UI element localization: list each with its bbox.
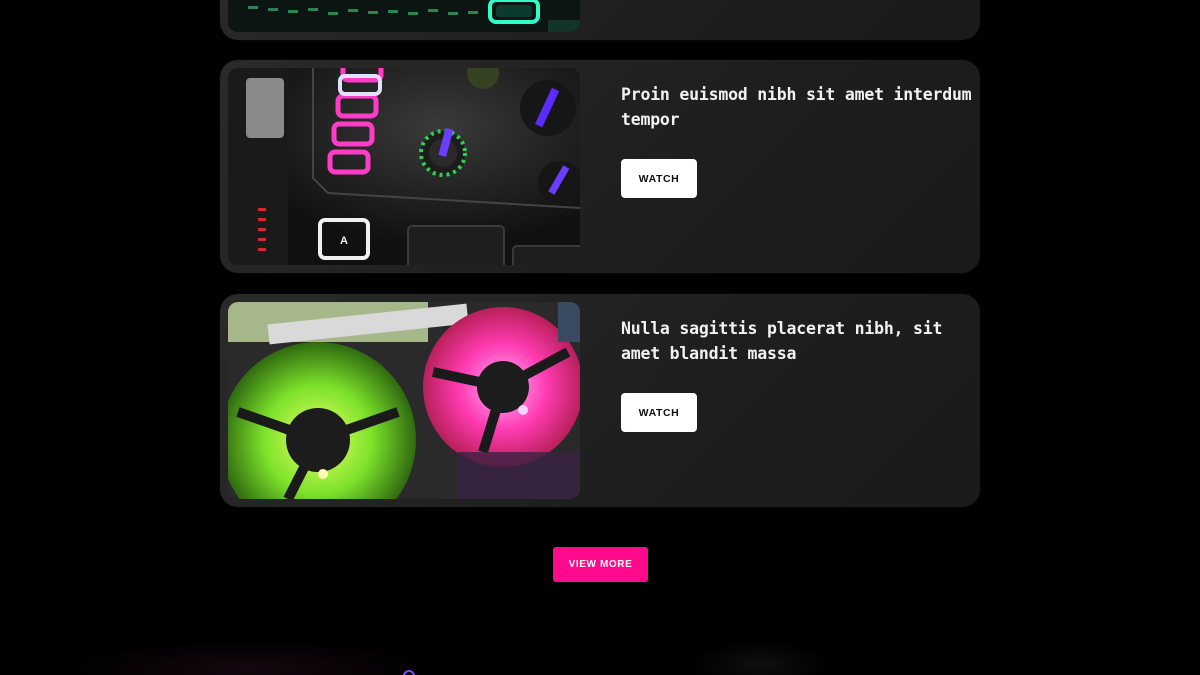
mixer-teal-buttons-image bbox=[228, 0, 580, 32]
circle-icon bbox=[403, 670, 415, 675]
video-card: A Proin euismod nibh sit amet interdum t… bbox=[220, 60, 980, 273]
svg-text:A: A bbox=[340, 235, 348, 247]
video-thumbnail[interactable] bbox=[228, 0, 580, 32]
rgb-fans-image bbox=[228, 302, 580, 499]
page: A Proin euismod nibh sit amet interdum t… bbox=[0, 0, 1200, 675]
video-card-content: Proin euismod nibh sit amet interdum tem… bbox=[621, 82, 977, 198]
footer-shadow-decoration bbox=[690, 640, 830, 675]
watch-button[interactable]: WATCH bbox=[621, 393, 697, 432]
video-card-content: Nulla sagittis placerat nibh, sit amet b… bbox=[621, 316, 977, 432]
video-thumbnail[interactable] bbox=[228, 302, 580, 499]
watch-button[interactable]: WATCH bbox=[621, 159, 697, 198]
video-title: Proin euismod nibh sit amet interdum tem… bbox=[621, 85, 972, 129]
mixer-pink-pads-image: A bbox=[228, 68, 580, 265]
video-title: Nulla sagittis placerat nibh, sit amet b… bbox=[621, 319, 943, 363]
view-more-button[interactable]: VIEW MORE bbox=[553, 547, 648, 582]
video-thumbnail[interactable]: A bbox=[228, 68, 580, 265]
footer-glow-decoration bbox=[60, 640, 440, 675]
video-card: Nulla sagittis placerat nibh, sit amet b… bbox=[220, 294, 980, 507]
video-card-partial bbox=[220, 0, 980, 40]
